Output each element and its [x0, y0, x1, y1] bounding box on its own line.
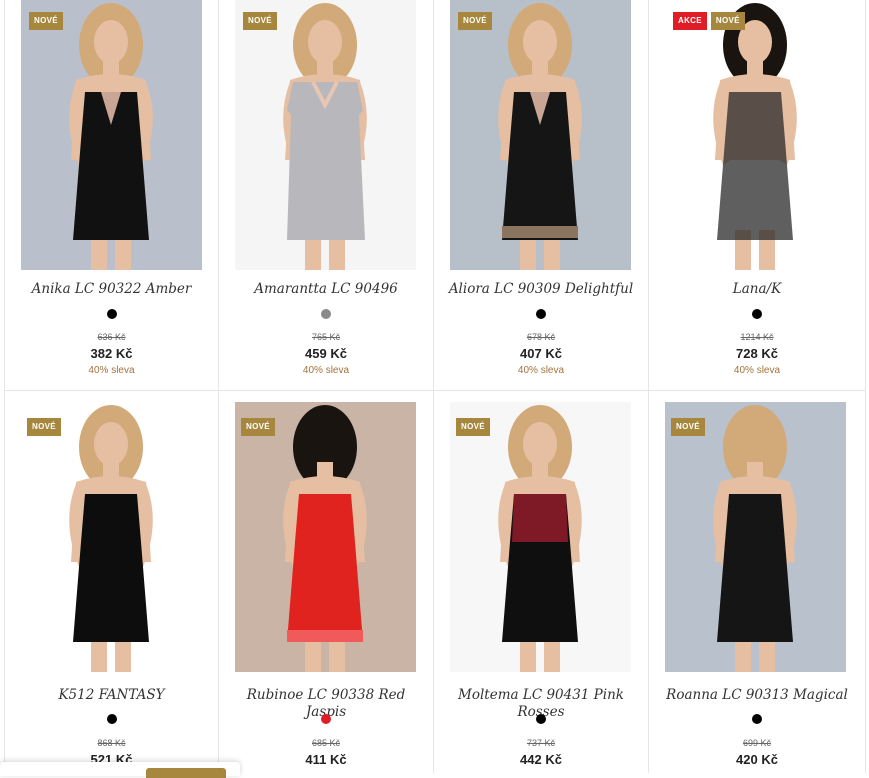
- discount-label: 40% sleva: [517, 365, 565, 376]
- product-name[interactable]: Lana/K: [657, 281, 857, 298]
- product-card[interactable]: NOVÉ Aliora LC 90309 Delightful 678 Kč 407 …: [434, 0, 649, 390]
- product-image[interactable]: [665, 402, 846, 672]
- color-swatch[interactable]: [321, 309, 331, 319]
- product-image[interactable]: [450, 402, 631, 672]
- product-card[interactable]: NOVÉ Roanna LC 90313 Magical 699 Kč 420 Kč: [649, 391, 866, 773]
- new-badge: NOVÉ: [27, 418, 61, 436]
- product-card[interactable]: NOVÉ Moltema LC 90431 Pink Rosses 737 Kč 44…: [434, 391, 649, 773]
- sale-price: 407 Kč: [520, 346, 562, 361]
- product-card[interactable]: NOVÉ K512 FANTASY 868 Kč 521 Kč: [4, 391, 219, 773]
- sale-price: 411 Kč: [305, 752, 347, 767]
- product-badges: NOVÉ: [27, 418, 61, 436]
- product-name[interactable]: Roanna LC 90313 Magical: [657, 687, 857, 704]
- product-card[interactable]: AKCE NOVÉ Lana/K 1214 Kč 728 Kč 40% sleva: [649, 0, 866, 390]
- new-badge: NOVÉ: [241, 418, 275, 436]
- original-price: 868 Kč: [97, 738, 126, 748]
- product-badges: NOVÉ: [241, 418, 275, 436]
- product-image[interactable]: [235, 0, 416, 270]
- product-badges: NOVÉ: [243, 12, 277, 30]
- original-price: 699 Kč: [742, 738, 772, 748]
- color-swatch[interactable]: [752, 309, 762, 319]
- color-swatch[interactable]: [321, 714, 331, 724]
- product-badges: NOVÉ: [29, 12, 63, 30]
- color-swatch[interactable]: [752, 714, 762, 724]
- original-price: 678 Kč: [526, 332, 556, 342]
- product-name[interactable]: Aliora LC 90309 Delightful: [442, 281, 640, 298]
- discount-label: 40% sleva: [88, 365, 135, 376]
- original-price: 685 Kč: [311, 738, 341, 748]
- new-badge: NOVÉ: [243, 12, 277, 30]
- product-badges: NOVÉ: [458, 12, 492, 30]
- original-price: 765 Kč: [311, 332, 341, 342]
- discount-label: 40% sleva: [302, 365, 350, 376]
- new-badge: NOVÉ: [456, 418, 490, 436]
- new-badge: NOVÉ: [710, 12, 745, 30]
- sale-badge: AKCE: [673, 12, 707, 30]
- product-name[interactable]: K512 FANTASY: [13, 687, 210, 704]
- product-name[interactable]: Amarantta LC 90496: [227, 281, 425, 298]
- product-row: NOVÉ K512 FANTASY 868 Kč 521 Kč NOVÉ Rubinoe …: [4, 390, 866, 773]
- popup-button[interactable]: [146, 768, 226, 778]
- original-price: 737 Kč: [526, 738, 556, 748]
- product-badges: NOVÉ: [456, 418, 490, 436]
- color-swatch[interactable]: [106, 309, 117, 319]
- product-image[interactable]: [235, 402, 416, 672]
- original-price: 636 Kč: [97, 332, 126, 342]
- product-image[interactable]: [21, 402, 202, 672]
- sale-price: 420 Kč: [736, 752, 778, 767]
- color-swatch[interactable]: [536, 309, 546, 319]
- new-badge: NOVÉ: [671, 418, 705, 436]
- discount-label: 40% sleva: [733, 365, 781, 376]
- color-swatch[interactable]: [536, 714, 546, 724]
- new-badge: NOVÉ: [29, 12, 63, 30]
- product-row: NOVÉ Anika LC 90322 Amber 636 Kč 382 Kč 40% …: [4, 0, 866, 390]
- new-badge: NOVÉ: [458, 12, 492, 30]
- original-price: 1214 Kč: [740, 332, 774, 342]
- product-card[interactable]: NOVÉ Amarantta LC 90496 765 Kč 459 Kč 40% sl…: [219, 0, 434, 390]
- sale-price: 382 Kč: [90, 346, 133, 361]
- product-name[interactable]: Anika LC 90322 Amber: [13, 281, 210, 298]
- product-badges: NOVÉ: [671, 418, 705, 436]
- product-badges: AKCE NOVÉ: [673, 12, 745, 30]
- sale-price: 459 Kč: [305, 346, 347, 361]
- product-card[interactable]: NOVÉ Rubinoe LC 90338 Red Jaspis 685 Kč 411…: [219, 391, 434, 773]
- product-grid: NOVÉ Anika LC 90322 Amber 636 Kč 382 Kč 40% …: [4, 0, 866, 773]
- color-swatch[interactable]: [106, 714, 117, 724]
- product-image[interactable]: [665, 0, 846, 270]
- product-card[interactable]: NOVÉ Anika LC 90322 Amber 636 Kč 382 Kč 40% …: [4, 0, 219, 390]
- product-image[interactable]: [21, 0, 202, 270]
- sale-price: 728 Kč: [736, 346, 778, 361]
- product-image[interactable]: [450, 0, 631, 270]
- sale-price: 442 Kč: [520, 752, 562, 767]
